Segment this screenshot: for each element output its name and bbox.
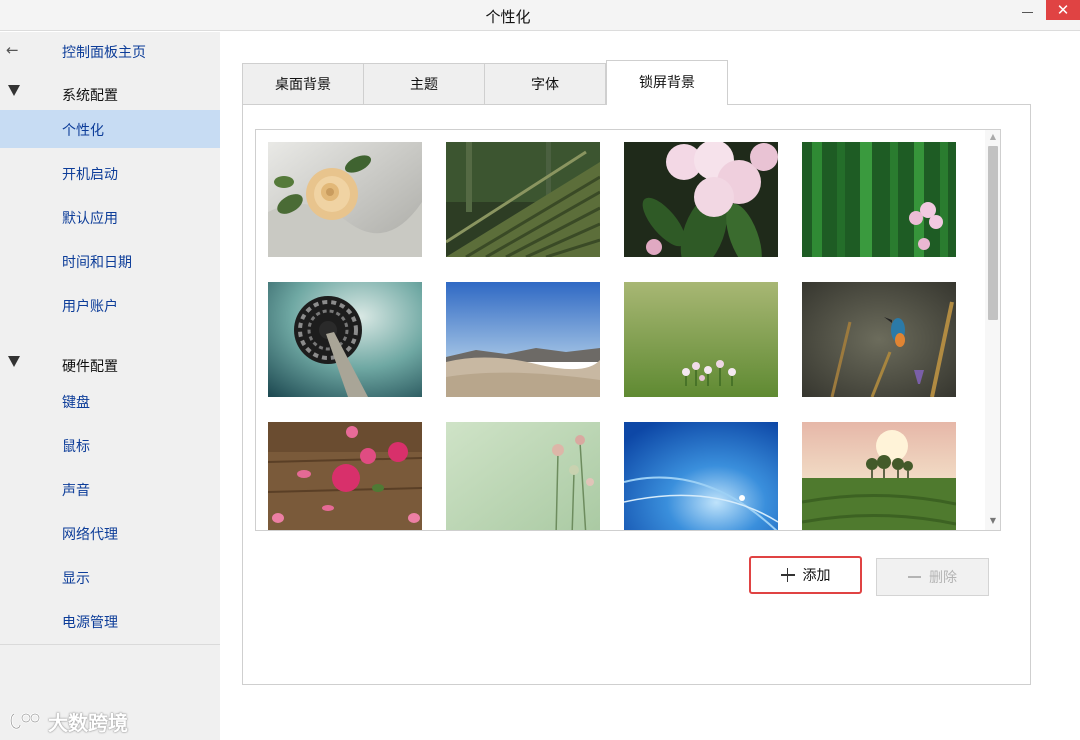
tab-theme[interactable]: 主题 — [363, 63, 485, 105]
delete-button[interactable]: 删除 — [876, 558, 989, 596]
bamboo-image — [802, 142, 956, 257]
sidebar-item-label: 用户账户 — [62, 299, 118, 315]
petals-image — [268, 422, 422, 530]
sidebar-item-keyboard[interactable]: 键盘 — [0, 382, 220, 420]
sidebar-item-label: 开机启动 — [62, 167, 118, 183]
plus-icon — [780, 568, 795, 582]
sidebar-item-label: 显示 — [62, 571, 90, 587]
sidebar-item-default-apps[interactable]: 默认应用 — [0, 198, 220, 236]
sidebar-item-sound[interactable]: 声音 — [0, 470, 220, 508]
desert-dunes-thumbnail[interactable] — [446, 282, 600, 397]
pastel-image — [446, 422, 600, 530]
sidebar-item-personalization[interactable]: 个性化 — [0, 110, 220, 148]
group-label: 硬件配置 — [62, 359, 118, 375]
wallpaper-gallery: ▲ ▼ — [255, 129, 1001, 531]
tab-desktop-background[interactable]: 桌面背景 — [242, 63, 364, 105]
sidebar-item-mouse[interactable]: 鼠标 — [0, 426, 220, 464]
scroll-down-arrow-icon[interactable]: ▼ — [985, 514, 1000, 528]
add-button-label: 添加 — [802, 568, 831, 584]
mossy-roof-image — [446, 142, 600, 257]
spiral-tower-image — [268, 282, 422, 397]
sidebar-item-label: 键盘 — [62, 395, 90, 411]
grassland-image — [624, 282, 778, 397]
lockscreen-panel: ▲ ▼ 添加 删除 — [242, 104, 1031, 685]
watermark-text: 大数跨境 — [48, 710, 128, 735]
sidebar-item-user-accounts[interactable]: 用户账户 — [0, 286, 220, 324]
rhododendron-image — [624, 142, 778, 257]
close-button[interactable]: ✕ — [1046, 0, 1080, 20]
pink-petals-table-thumbnail[interactable] — [268, 422, 422, 530]
minus-icon — [908, 576, 921, 578]
scroll-up-arrow-icon[interactable]: ▲ — [985, 130, 1000, 144]
gallery-scrollbar[interactable]: ▲ ▼ — [985, 130, 1000, 530]
collapse-triangle-icon — [8, 356, 20, 367]
sidebar-item-label: 时间和日期 — [62, 255, 132, 271]
sidebar-item-display[interactable]: 显示 — [0, 558, 220, 596]
grassland-flowers-thumbnail[interactable] — [624, 282, 778, 397]
sidebar-item-label: 网络代理 — [62, 527, 118, 543]
watermark-logo-icon — [9, 712, 41, 730]
tab-lockscreen-background[interactable]: 锁屏背景 — [606, 60, 728, 105]
sidebar-item-date-time[interactable]: 时间和日期 — [0, 242, 220, 280]
blue-abstract-thumbnail[interactable] — [624, 422, 778, 530]
sidebar-item-label: 声音 — [62, 483, 90, 499]
group-system-config[interactable]: 系统配置 — [0, 82, 220, 106]
minimize-button[interactable] — [1012, 0, 1042, 24]
watermark: 大数跨境 — [8, 706, 128, 736]
rose-on-fabric-thumbnail[interactable] — [268, 142, 422, 257]
mossy-roof-thumbnail[interactable] — [446, 142, 600, 257]
delete-button-label: 删除 — [929, 570, 957, 586]
pink-rhododendron-thumbnail[interactable] — [624, 142, 778, 257]
sidebar-item-network-proxy[interactable]: 网络代理 — [0, 514, 220, 552]
blue-abstract-image — [624, 422, 778, 530]
sidebar-item-label: 电源管理 — [62, 615, 118, 631]
sidebar-item-power-management[interactable]: 电源管理 — [0, 602, 220, 640]
desert-image — [446, 282, 600, 397]
add-button[interactable]: 添加 — [749, 556, 862, 594]
sidebar: ← 控制面板主页 系统配置 个性化 开机启动 默认应用 时间和日期 用户账户 硬… — [0, 32, 220, 740]
sidebar-divider — [0, 644, 220, 645]
group-hardware-config[interactable]: 硬件配置 — [0, 353, 220, 377]
back-to-control-panel-link[interactable]: ← 控制面板主页 — [0, 40, 220, 62]
rose-image — [268, 142, 422, 257]
collapse-triangle-icon — [8, 85, 20, 96]
sidebar-item-label: 鼠标 — [62, 439, 90, 455]
field-trees-image — [802, 422, 956, 530]
sidebar-item-label: 个性化 — [62, 123, 104, 139]
pastel-flowers-thumbnail[interactable] — [446, 422, 600, 530]
sidebar-item-label: 默认应用 — [62, 211, 118, 227]
control-panel-home-label: 控制面板主页 — [62, 45, 146, 61]
scroll-thumb[interactable] — [988, 146, 998, 320]
field-trees-sunset-thumbnail[interactable] — [802, 422, 956, 530]
group-label: 系统配置 — [62, 88, 118, 104]
back-arrow-icon: ← — [6, 41, 19, 59]
tab-font[interactable]: 字体 — [484, 63, 606, 105]
sidebar-item-startup[interactable]: 开机启动 — [0, 154, 220, 192]
window-title: 个性化 — [485, 8, 531, 26]
bamboo-flower-thumbnail[interactable] — [802, 142, 956, 257]
title-bar: 个性化 ✕ — [0, 0, 1080, 31]
kingfisher-thumbnail[interactable] — [802, 282, 956, 397]
kingfisher-image — [802, 282, 956, 397]
spiral-tower-thumbnail[interactable] — [268, 282, 422, 397]
